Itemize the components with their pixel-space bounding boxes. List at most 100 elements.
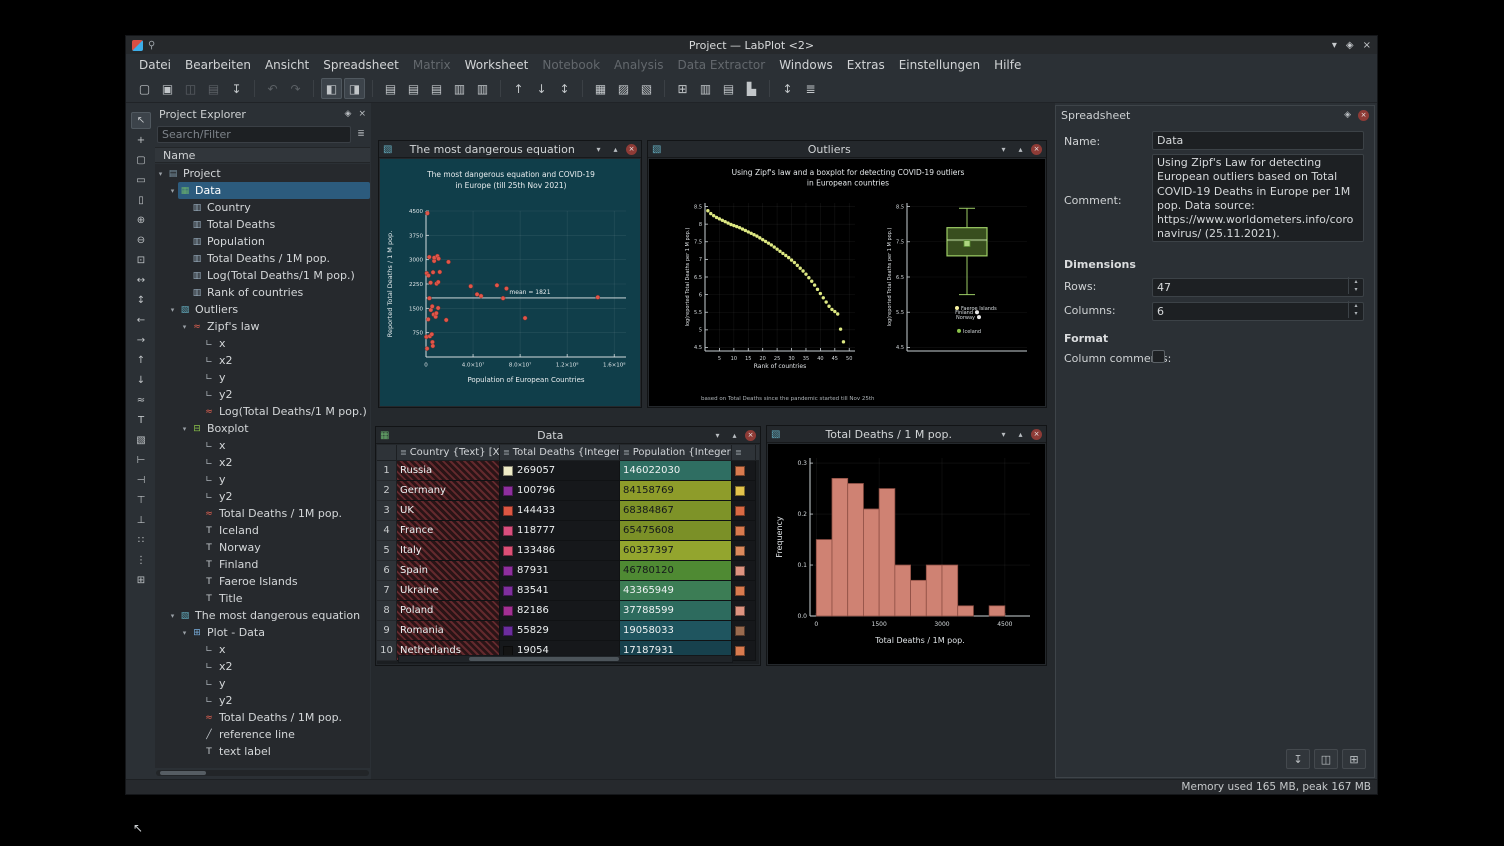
histogram-worksheet[interactable]: 01500300045000.00.10.20.3Total Deaths / …: [768, 444, 1045, 664]
save-template-button[interactable]: ◫: [1314, 749, 1338, 769]
float-dock-icon[interactable]: ◈: [345, 109, 352, 119]
tree-item-outliers[interactable]: ▾▧Outliers: [155, 301, 370, 318]
cell-total-deaths[interactable]: 83541: [500, 581, 620, 601]
remove-columns-icon[interactable]: ▥: [472, 78, 493, 99]
document-open-icon[interactable]: ▣: [157, 78, 178, 99]
close-window-icon[interactable]: ×: [745, 430, 756, 441]
align-top-tool-icon[interactable]: ⊤: [131, 492, 151, 509]
cell-country[interactable]: UK: [397, 501, 500, 521]
close-window-icon[interactable]: ×: [1031, 429, 1042, 440]
spreadsheet-comment-textarea[interactable]: Using Zipf's Law for detecting European …: [1152, 154, 1364, 242]
menu-windows[interactable]: Windows: [772, 56, 840, 74]
zoom-y-select-tool-icon[interactable]: ▯: [131, 192, 151, 209]
expander-icon[interactable]: ▾: [179, 629, 190, 637]
menu-spreadsheet[interactable]: Spreadsheet: [316, 56, 406, 74]
cell-extra[interactable]: [732, 561, 756, 581]
cell-total-deaths[interactable]: 118777: [500, 521, 620, 541]
tree-column-header[interactable]: Name: [155, 147, 370, 163]
shift-up-tool-icon[interactable]: ↑: [131, 352, 151, 369]
sort-ascending-icon[interactable]: ↑: [508, 78, 529, 99]
expander-icon[interactable]: ▾: [167, 306, 178, 314]
tree-item-y[interactable]: ∟y: [155, 369, 370, 386]
outliers-window-titlebar[interactable]: ▧ Outliers ▾ ▴ ×: [648, 141, 1046, 158]
cell-extra[interactable]: [732, 601, 756, 621]
tree-horizontal-scrollbar[interactable]: [156, 770, 369, 776]
row-number[interactable]: 8: [377, 601, 397, 621]
zoom-x-select-tool-icon[interactable]: ▭: [131, 172, 151, 189]
menu-matrix[interactable]: Matrix: [406, 56, 458, 74]
properties-dock-header[interactable]: Spreadsheet ◈ ×: [1056, 106, 1374, 122]
shade-window-icon[interactable]: ▾: [711, 429, 724, 441]
cell-extra[interactable]: [732, 481, 756, 501]
cell-country[interactable]: Ukraine: [397, 581, 500, 601]
close-dock-icon[interactable]: ×: [1358, 110, 1369, 121]
tree-item-finland[interactable]: TFinland: [155, 556, 370, 573]
cell-total-deaths[interactable]: 133486: [500, 541, 620, 561]
cell-total-deaths[interactable]: 82186: [500, 601, 620, 621]
dangerous-worksheet[interactable]: The most dangerous equation and COVID-19…: [380, 159, 640, 406]
cell-country[interactable]: Romania: [397, 621, 500, 641]
titlebar[interactable]: ⚲ Project — LabPlot <2> ▾ ◈ ×: [126, 36, 1377, 54]
close-window-icon[interactable]: ×: [626, 144, 637, 155]
cell-extra[interactable]: [732, 541, 756, 561]
export-button[interactable]: ↧: [1286, 749, 1310, 769]
column-header-x[interactable]: ≣: [732, 445, 756, 460]
cell-country[interactable]: Germany: [397, 481, 500, 501]
document-new-icon[interactable]: ▢: [134, 78, 155, 99]
cell-population[interactable]: 43365949: [620, 581, 732, 601]
tree-item-x2[interactable]: ∟x2: [155, 352, 370, 369]
column-header-population-integer-y[interactable]: ≣Population {Integer} [Y]: [620, 445, 732, 460]
cell-country[interactable]: France: [397, 521, 500, 541]
menu-datei[interactable]: Datei: [132, 56, 178, 74]
cell-extra[interactable]: [732, 461, 756, 481]
tree-item-total-deaths[interactable]: ▥Total Deaths: [155, 216, 370, 233]
cell-total-deaths[interactable]: 55829: [500, 621, 620, 641]
add-curve-tool-icon[interactable]: ≈: [131, 392, 151, 409]
row-number[interactable]: 2: [377, 481, 397, 501]
spin-down-icon[interactable]: ▾: [1349, 310, 1363, 319]
spreadsheet-name-input[interactable]: [1152, 131, 1364, 150]
align-right-tool-icon[interactable]: ⊣: [131, 472, 151, 489]
menu-hilfe[interactable]: Hilfe: [987, 56, 1028, 74]
zoom-select-tool-icon[interactable]: ▢: [131, 152, 151, 169]
column-header-country-text-x[interactable]: ≣Country {Text} [X]: [397, 445, 500, 460]
shift-left-tool-icon[interactable]: ←: [131, 312, 151, 329]
new-spreadsheet-icon[interactable]: ▦: [590, 78, 611, 99]
document-save-icon[interactable]: ◫: [180, 78, 201, 99]
view-columns-icon[interactable]: ▥: [695, 78, 716, 99]
tree-item-log-total-deaths-1-m-pop[interactable]: ≈Log(Total Deaths/1 M pop.): [155, 403, 370, 420]
rows-spinbox[interactable]: ▴▾: [1152, 276, 1364, 295]
tree-item-y2[interactable]: ∟y2: [155, 488, 370, 505]
maximize-window-icon[interactable]: ▴: [609, 143, 622, 155]
tree-item-x[interactable]: ∟x: [155, 641, 370, 658]
rows-input[interactable]: [1152, 278, 1364, 297]
add-image-tool-icon[interactable]: ▧: [131, 432, 151, 449]
spin-up-icon[interactable]: ▴: [1349, 277, 1363, 286]
table-corner-cell[interactable]: [377, 445, 397, 460]
menu-worksheet[interactable]: Worksheet: [458, 56, 536, 74]
cell-total-deaths[interactable]: 144433: [500, 501, 620, 521]
columns-input[interactable]: [1152, 302, 1364, 321]
tree-item-plot-data[interactable]: ▾⊞Plot - Data: [155, 624, 370, 641]
auto-scale-x-tool-icon[interactable]: ↔: [131, 272, 151, 289]
menu-einstellungen[interactable]: Einstellungen: [892, 56, 987, 74]
tree-item-total-deaths-1m-pop[interactable]: ≈Total Deaths / 1M pop.: [155, 505, 370, 522]
statistics-icon[interactable]: ▙: [741, 78, 762, 99]
menu-bearbeiten[interactable]: Bearbeiten: [178, 56, 258, 74]
export-spreadsheet-button[interactable]: ⊞: [1342, 749, 1366, 769]
data-window-titlebar[interactable]: ▦ Data ▾ ▴ ×: [376, 427, 760, 444]
tree-item-x[interactable]: ∟x: [155, 437, 370, 454]
menu-data-extractor[interactable]: Data Extractor: [670, 56, 772, 74]
close-dock-icon[interactable]: ×: [358, 109, 366, 119]
grid-snap-tool-icon[interactable]: ⊞: [131, 572, 151, 589]
tree-item-y2[interactable]: ∟y2: [155, 386, 370, 403]
zoom-in-tool-icon[interactable]: ⊕: [131, 212, 151, 229]
new-worksheet-icon[interactable]: ▧: [636, 78, 657, 99]
cell-extra[interactable]: [732, 581, 756, 601]
row-number[interactable]: 10: [377, 641, 397, 661]
spin-up-icon[interactable]: ▴: [1349, 301, 1363, 310]
undo-icon[interactable]: ↶: [262, 78, 283, 99]
maximize-window-icon[interactable]: ▴: [1014, 143, 1027, 155]
insert-row-above-icon[interactable]: ▤: [380, 78, 401, 99]
redo-icon[interactable]: ↷: [285, 78, 306, 99]
